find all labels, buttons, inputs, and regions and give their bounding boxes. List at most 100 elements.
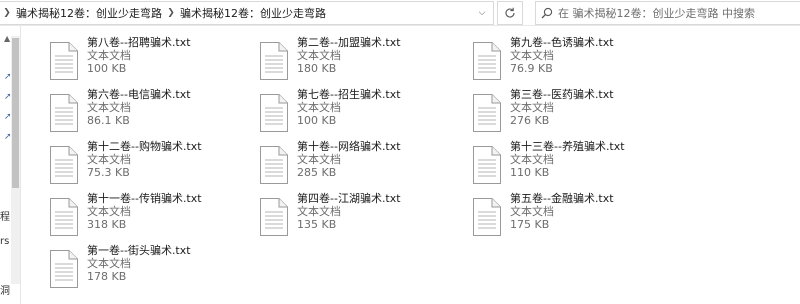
file-size: 285 KB — [297, 166, 337, 179]
file-name: 第十一卷--传销骗术.txt — [87, 192, 202, 205]
file-meta: 第十三卷--养殖骗术.txt 文本文档 110 KB — [510, 140, 625, 179]
nav-item-label[interactable]: 洞 — [0, 282, 10, 297]
file-item[interactable]: 第十三卷--养殖骗术.txt 文本文档 110 KB — [472, 140, 625, 190]
navigation-pane: ▲ ➚ ➚ ➚ ➚ 程 rs 洞 — [0, 26, 21, 304]
pin-icon: ➚ — [4, 92, 12, 102]
file-item[interactable]: 第十卷--网络骗术.txt 文本文档 285 KB — [259, 140, 401, 190]
address-bar[interactable]: ❯ 骗术揭秘12卷：创业少走弯路 ❯ 骗术揭秘12卷：创业少走弯路 ⌵ — [0, 1, 494, 25]
file-type: 文本文档 — [87, 49, 131, 62]
refresh-button[interactable] — [497, 1, 523, 25]
file-meta: 第十一卷--传销骗术.txt 文本文档 318 KB — [87, 192, 202, 231]
file-name: 第四卷--江湖骗术.txt — [297, 192, 401, 205]
file-type: 文本文档 — [297, 49, 341, 62]
search-icon — [536, 2, 558, 24]
file-size: 110 KB — [510, 166, 550, 179]
file-size: 100 KB — [297, 114, 337, 127]
chevron-right-icon[interactable]: ❯ — [164, 8, 178, 18]
chevron-down-icon[interactable]: ⌵ — [471, 2, 493, 24]
file-meta: 第九卷--色诱骗术.txt 文本文档 76.9 KB — [510, 36, 614, 75]
breadcrumb-item[interactable]: 骗术揭秘12卷：创业少走弯路 — [178, 5, 328, 21]
file-type: 文本文档 — [297, 153, 341, 166]
file-size: 76.9 KB — [510, 62, 553, 75]
text-file-icon — [259, 197, 289, 237]
breadcrumb-item[interactable]: 骗术揭秘12卷：创业少走弯路 — [14, 5, 164, 21]
file-meta: 第三卷--医药骗术.txt 文本文档 276 KB — [510, 88, 614, 127]
file-type: 文本文档 — [510, 101, 554, 114]
file-type: 文本文档 — [87, 257, 131, 270]
file-name: 第三卷--医药骗术.txt — [510, 88, 614, 101]
file-item[interactable]: 第十一卷--传销骗术.txt 文本文档 318 KB — [49, 192, 202, 242]
file-size: 86.1 KB — [87, 114, 130, 127]
nav-item-label[interactable]: 程 — [0, 208, 10, 223]
file-size: 180 KB — [297, 62, 337, 75]
text-file-icon — [472, 41, 502, 81]
file-meta: 第一卷--街头骗术.txt 文本文档 178 KB — [87, 244, 191, 283]
file-name: 第六卷--电信骗术.txt — [87, 88, 191, 101]
file-meta: 第五卷--金融骗术.txt 文本文档 175 KB — [510, 192, 614, 231]
file-item[interactable]: 第三卷--医药骗术.txt 文本文档 276 KB — [472, 88, 614, 138]
search-placeholder: 在 骗术揭秘12卷：创业少走弯路 中搜索 — [558, 7, 755, 20]
file-size: 75.3 KB — [87, 166, 130, 179]
file-item[interactable]: 第五卷--金融骗术.txt 文本文档 175 KB — [472, 192, 614, 242]
file-type: 文本文档 — [297, 101, 341, 114]
file-size: 100 KB — [87, 62, 127, 75]
nav-scrollbar-thumb[interactable] — [12, 38, 19, 188]
file-name: 第八卷--招聘骗术.txt — [87, 36, 191, 49]
nav-item-label[interactable]: rs — [0, 236, 9, 247]
text-file-icon — [49, 145, 79, 185]
refresh-icon — [505, 7, 515, 18]
text-file-icon — [472, 197, 502, 237]
text-file-icon — [259, 41, 289, 81]
text-file-icon — [259, 93, 289, 133]
file-name: 第十三卷--养殖骗术.txt — [510, 140, 625, 153]
file-size: 178 KB — [87, 270, 127, 283]
chevron-up-icon[interactable]: ▲ — [4, 34, 10, 43]
file-type: 文本文档 — [87, 205, 131, 218]
file-meta: 第四卷--江湖骗术.txt 文本文档 135 KB — [297, 192, 401, 231]
file-meta: 第六卷--电信骗术.txt 文本文档 86.1 KB — [87, 88, 191, 127]
file-size: 318 KB — [87, 218, 127, 231]
file-size: 135 KB — [297, 218, 337, 231]
pin-icon: ➚ — [4, 112, 12, 122]
breadcrumb: ❯ 骗术揭秘12卷：创业少走弯路 ❯ 骗术揭秘12卷：创业少走弯路 — [0, 2, 328, 24]
file-type: 文本文档 — [510, 49, 554, 62]
text-file-icon — [49, 41, 79, 81]
file-size: 175 KB — [510, 218, 550, 231]
file-item[interactable]: 第七卷--招生骗术.txt 文本文档 100 KB — [259, 88, 401, 138]
file-name: 第十卷--网络骗术.txt — [297, 140, 401, 153]
file-type: 文本文档 — [297, 205, 341, 218]
file-item[interactable]: 第十二卷--购物骗术.txt 文本文档 75.3 KB — [49, 140, 202, 190]
text-file-icon — [49, 249, 79, 289]
file-list: 第八卷--招聘骗术.txt 文本文档 100 KB 第二卷--加盟骗术.txt … — [22, 26, 800, 304]
file-type: 文本文档 — [510, 205, 554, 218]
file-type: 文本文档 — [510, 153, 554, 166]
file-meta: 第七卷--招生骗术.txt 文本文档 100 KB — [297, 88, 401, 127]
file-name: 第七卷--招生骗术.txt — [297, 88, 401, 101]
file-item[interactable]: 第四卷--江湖骗术.txt 文本文档 135 KB — [259, 192, 401, 242]
search-input[interactable]: 在 骗术揭秘12卷：创业少走弯路 中搜索 — [535, 1, 800, 25]
file-name: 第一卷--街头骗术.txt — [87, 244, 191, 257]
text-file-icon — [472, 93, 502, 133]
file-type: 文本文档 — [87, 101, 131, 114]
file-item[interactable]: 第二卷--加盟骗术.txt 文本文档 180 KB — [259, 36, 401, 86]
file-meta: 第二卷--加盟骗术.txt 文本文档 180 KB — [297, 36, 401, 75]
text-file-icon — [259, 145, 289, 185]
file-meta: 第八卷--招聘骗术.txt 文本文档 100 KB — [87, 36, 191, 75]
text-file-icon — [49, 93, 79, 133]
toolbar: ❯ 骗术揭秘12卷：创业少走弯路 ❯ 骗术揭秘12卷：创业少走弯路 ⌵ 在 骗术… — [0, 0, 800, 26]
file-name: 第九卷--色诱骗术.txt — [510, 36, 614, 49]
file-item[interactable]: 第八卷--招聘骗术.txt 文本文档 100 KB — [49, 36, 191, 86]
pin-icon: ➚ — [4, 72, 12, 82]
file-name: 第五卷--金融骗术.txt — [510, 192, 614, 205]
text-file-icon — [49, 197, 79, 237]
file-item[interactable]: 第六卷--电信骗术.txt 文本文档 86.1 KB — [49, 88, 191, 138]
file-meta: 第十二卷--购物骗术.txt 文本文档 75.3 KB — [87, 140, 202, 179]
chevron-right-icon[interactable]: ❯ — [0, 8, 14, 18]
file-size: 276 KB — [510, 114, 550, 127]
file-name: 第二卷--加盟骗术.txt — [297, 36, 401, 49]
file-type: 文本文档 — [87, 153, 131, 166]
file-item[interactable]: 第九卷--色诱骗术.txt 文本文档 76.9 KB — [472, 36, 614, 86]
pin-icon: ➚ — [4, 132, 12, 142]
file-name: 第十二卷--购物骗术.txt — [87, 140, 202, 153]
file-item[interactable]: 第一卷--街头骗术.txt 文本文档 178 KB — [49, 244, 191, 294]
